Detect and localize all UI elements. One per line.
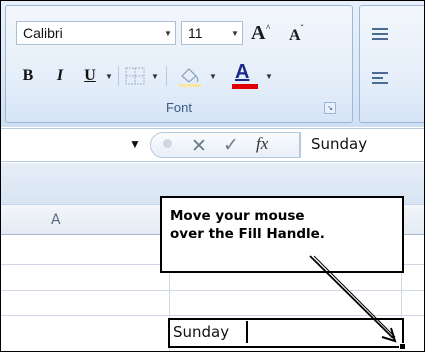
- font-size-value: 11: [188, 25, 203, 41]
- font-size-combobox[interactable]: 11 ▼: [181, 21, 243, 45]
- font-name-combobox[interactable]: Calibri ▼: [16, 21, 176, 45]
- bold-button[interactable]: B: [16, 64, 40, 88]
- shrink-font-icon: A: [289, 27, 301, 44]
- active-cell-value: Sunday: [173, 323, 230, 341]
- fill-color-dropdown[interactable]: ▼: [206, 64, 220, 88]
- font-name-value: Calibri: [23, 25, 63, 41]
- font-group-label: Font: [165, 100, 192, 115]
- borders-dropdown[interactable]: ▼: [148, 64, 162, 88]
- italic-button[interactable]: I: [48, 64, 72, 88]
- alignment-group: [359, 5, 424, 123]
- align-top-button[interactable]: [368, 24, 392, 44]
- caret-up-icon: ^: [265, 23, 271, 33]
- font-group: Calibri ▼ 11 ▼ A ^ Aˇ B I U ▼ ▼ ▼ A ▼ Fo…: [5, 5, 353, 123]
- chevron-down-icon[interactable]: ▼: [161, 22, 175, 44]
- name-box-dropdown-icon[interactable]: ▼: [129, 137, 141, 151]
- separator: [118, 66, 119, 86]
- formula-bar: ▼ ✕ ✓ fx Sunday: [1, 128, 424, 162]
- formula-content[interactable]: Sunday: [311, 135, 367, 153]
- shrink-font-button[interactable]: Aˇ: [288, 20, 322, 46]
- column-header-a[interactable]: A: [1, 205, 169, 235]
- font-color-dropdown[interactable]: ▼: [262, 64, 276, 88]
- borders-button[interactable]: [124, 66, 146, 86]
- caret-down-icon: ˇ: [300, 23, 304, 33]
- bold-icon: B: [22, 67, 34, 84]
- formula-bar-grip-icon: [163, 139, 172, 148]
- font-color-swatch: [232, 84, 258, 89]
- chevron-down-icon[interactable]: ▼: [228, 22, 242, 44]
- insert-function-icon[interactable]: fx: [256, 134, 268, 154]
- excel-window: Calibri ▼ 11 ▼ A ^ Aˇ B I U ▼ ▼ ▼ A ▼ Fo…: [0, 0, 425, 352]
- fill-handle[interactable]: [399, 343, 406, 350]
- font-color-button[interactable]: A: [230, 61, 260, 89]
- callout-text: Move your mouse over the Fill Handle.: [170, 208, 325, 242]
- text-cursor: [246, 321, 248, 343]
- borders-icon: [125, 67, 145, 85]
- row-gridline: [1, 290, 424, 291]
- separator: [166, 66, 167, 86]
- fill-color-button[interactable]: [176, 64, 206, 88]
- divider: [300, 132, 301, 158]
- instruction-callout: Move your mouse over the Fill Handle.: [160, 196, 404, 273]
- enter-check-icon[interactable]: ✓: [223, 134, 239, 156]
- italic-icon: I: [56, 67, 64, 84]
- underline-icon: U: [84, 67, 96, 84]
- underline-dropdown[interactable]: ▼: [102, 64, 116, 88]
- underline-button[interactable]: U: [78, 64, 102, 88]
- font-color-icon: A: [235, 61, 250, 83]
- dialog-launcher-icon[interactable]: ↘: [324, 102, 336, 114]
- fill-color-icon: [179, 68, 201, 87]
- align-left-button[interactable]: [368, 68, 392, 88]
- grow-font-icon: A: [251, 22, 266, 44]
- column-header-a-label: A: [51, 212, 61, 228]
- cancel-icon[interactable]: ✕: [191, 135, 207, 157]
- row-gridline: [1, 315, 424, 316]
- grow-font-button[interactable]: A ^: [250, 20, 286, 46]
- ribbon: Calibri ▼ 11 ▼ A ^ Aˇ B I U ▼ ▼ ▼ A ▼ Fo…: [1, 1, 424, 127]
